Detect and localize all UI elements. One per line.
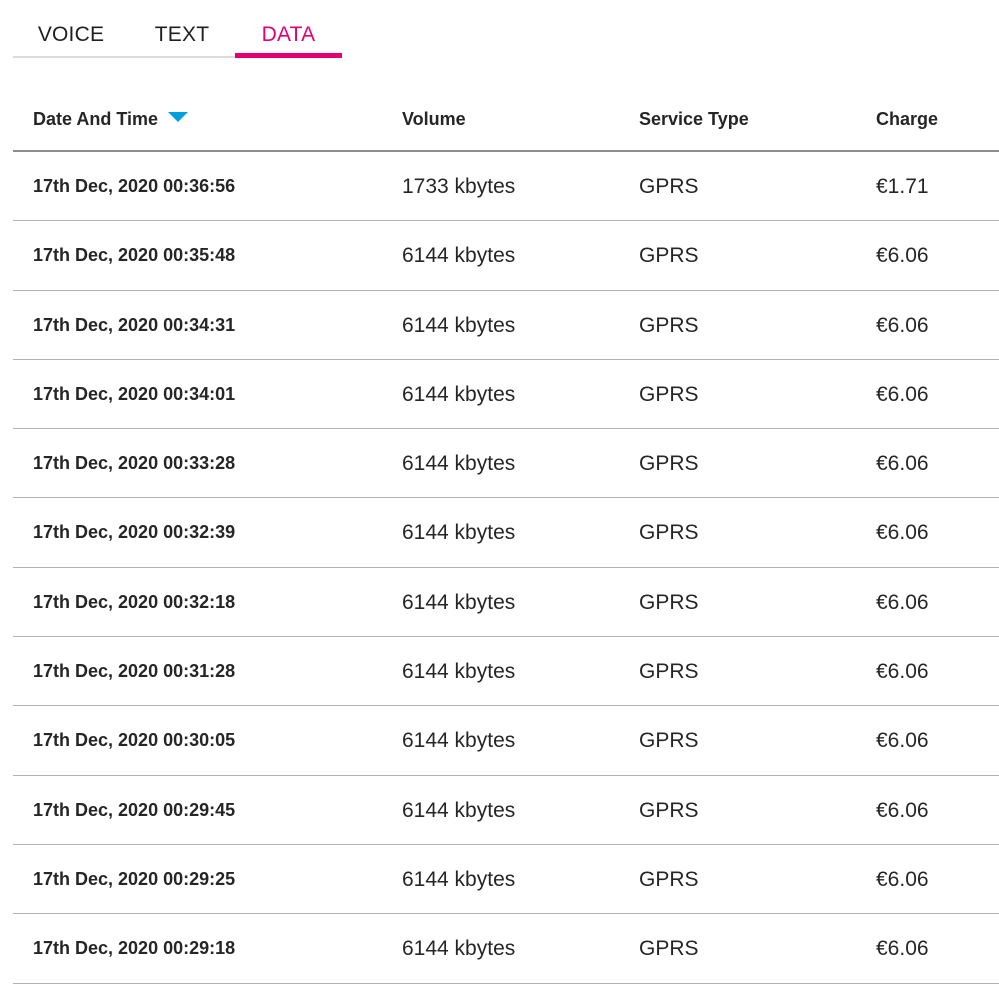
service-type-cell: GPRS: [639, 937, 699, 961]
volume-cell: 6144 kbytes: [402, 244, 516, 268]
charge-header: Charge: [876, 109, 939, 129]
volume-cell: 6144 kbytes: [402, 313, 516, 337]
charge-cell: €6.06: [876, 313, 929, 337]
date-cell: 17th Dec, 2020 00:30:05: [33, 730, 236, 751]
table-row: 17th Dec, 2020 00:33:28 6144 kbytes GPRS €6…: [13, 429, 999, 499]
date-and-time-header-label: Date And Time: [33, 109, 159, 129]
tab-text[interactable]: TEXT: [129, 22, 235, 59]
date-cell: 17th Dec, 2020 00:32:39: [33, 522, 236, 543]
usage-table: Date And Time Volume Service Type Charge…: [13, 84, 999, 984]
service-type-cell: GPRS: [639, 867, 699, 891]
table-row: 17th Dec, 2020 00:29:18 6144 kbytes GPRS €6…: [13, 914, 999, 984]
charge-cell: €6.06: [876, 521, 929, 545]
date-cell: 17th Dec, 2020 00:29:45: [33, 799, 236, 820]
service-type-cell: GPRS: [639, 729, 699, 753]
charge-cell: €1.71: [876, 175, 929, 198]
table-row: 17th Dec, 2020 00:32:39 6144 kbytes GPRS €6…: [13, 498, 999, 568]
service-type-cell: GPRS: [639, 382, 699, 406]
date-and-time-header[interactable]: Date And Time: [33, 108, 189, 130]
date-cell: 17th Dec, 2020 00:34:31: [33, 314, 236, 335]
date-cell: 17th Dec, 2020 00:34:01: [33, 383, 236, 404]
charge-cell: €6.06: [876, 452, 929, 476]
volume-cell: 6144 kbytes: [402, 382, 516, 406]
charge-cell: €6.06: [876, 867, 929, 891]
usage-tabs: VOICE TEXT DATA: [13, 0, 342, 59]
date-cell: 17th Dec, 2020 00:33:28: [33, 453, 236, 474]
service-type-cell: GPRS: [639, 660, 699, 684]
volume-cell: 6144 kbytes: [402, 660, 516, 684]
service-type-header: Service Type: [639, 109, 749, 129]
volume-cell: 1733 kbytes: [402, 175, 516, 198]
volume-header: Volume: [402, 109, 466, 129]
date-cell: 17th Dec, 2020 00:31:28: [33, 661, 236, 682]
table-header: Date And Time Volume Service Type Charge: [13, 84, 999, 152]
service-type-cell: GPRS: [639, 313, 699, 337]
caret-down-icon[interactable]: [168, 112, 189, 122]
volume-cell: 6144 kbytes: [402, 521, 516, 545]
tab-data[interactable]: DATA: [235, 22, 342, 59]
date-cell: 17th Dec, 2020 00:32:18: [33, 591, 236, 612]
date-cell: 17th Dec, 2020 00:36:56: [33, 176, 236, 196]
charge-cell: €6.06: [876, 729, 929, 753]
table-row: 17th Dec, 2020 00:32:18 6144 kbytes GPRS €6…: [13, 568, 999, 638]
volume-cell: 6144 kbytes: [402, 798, 516, 822]
service-type-cell: GPRS: [639, 798, 699, 822]
date-cell: 17th Dec, 2020 00:29:25: [33, 868, 236, 889]
table-row: 17th Dec, 2020 00:36:56 1733 kbytes GPRS €1…: [13, 152, 999, 222]
charge-cell: €6.06: [876, 590, 929, 614]
date-cell: 17th Dec, 2020 00:35:48: [33, 245, 236, 266]
service-type-cell: GPRS: [639, 244, 699, 268]
volume-cell: 6144 kbytes: [402, 452, 516, 476]
volume-cell: 6144 kbytes: [402, 867, 516, 891]
charge-cell: €6.06: [876, 660, 929, 684]
table-row: 17th Dec, 2020 00:29:25 6144 kbytes GPRS €6…: [13, 845, 999, 915]
charge-cell: €6.06: [876, 937, 929, 961]
table-row: 17th Dec, 2020 00:30:05 6144 kbytes GPRS €6…: [13, 706, 999, 776]
charge-cell: €6.06: [876, 382, 929, 406]
date-cell: 17th Dec, 2020 00:29:18: [33, 938, 236, 959]
tab-voice[interactable]: VOICE: [13, 22, 129, 59]
table-row: 17th Dec, 2020 00:35:48 6144 kbytes GPRS €6…: [13, 221, 999, 291]
charge-cell: €6.06: [876, 244, 929, 268]
service-type-cell: GPRS: [639, 521, 699, 545]
table-body: 17th Dec, 2020 00:36:56 1733 kbytes GPRS €1…: [13, 152, 999, 984]
volume-cell: 6144 kbytes: [402, 590, 516, 614]
volume-cell: 6144 kbytes: [402, 729, 516, 753]
volume-cell: 6144 kbytes: [402, 937, 516, 961]
table-row: 17th Dec, 2020 00:34:31 6144 kbytes GPRS €6…: [13, 291, 999, 360]
table-row: 17th Dec, 2020 00:29:45 6144 kbytes GPRS €6…: [13, 776, 999, 845]
table-row: 17th Dec, 2020 00:31:28 6144 kbytes GPRS €6…: [13, 637, 999, 707]
table-row: 17th Dec, 2020 00:34:01 6144 kbytes GPRS €6…: [13, 360, 999, 430]
service-type-cell: GPRS: [639, 452, 699, 476]
service-type-cell: GPRS: [639, 590, 699, 614]
service-type-cell: GPRS: [639, 175, 699, 198]
charge-cell: €6.06: [876, 798, 929, 822]
